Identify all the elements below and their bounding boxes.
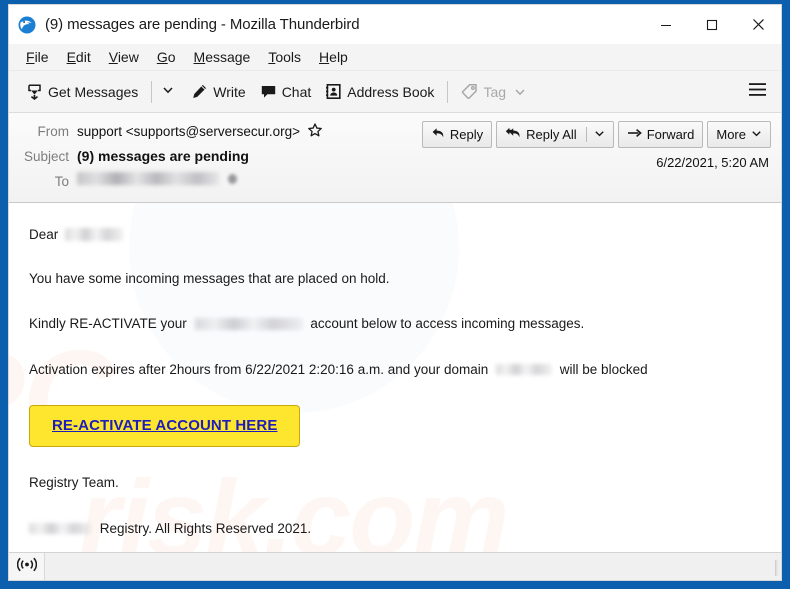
- cta-container: RE-ACTIVATE ACCOUNT HERE: [29, 405, 761, 447]
- message-body-pane[interactable]: PC risk.com Dear You have some incoming …: [9, 203, 781, 552]
- status-bar: [9, 552, 781, 580]
- chevron-down-icon: [162, 83, 174, 101]
- hamburger-menu-icon: [748, 82, 767, 101]
- forward-label: Forward: [646, 127, 695, 142]
- chevron-down-icon: [514, 86, 526, 98]
- tag-icon: [461, 83, 478, 100]
- reply-arrow-icon: [431, 126, 445, 143]
- expires-line: Activation expires after 2hours from 6/2…: [29, 360, 761, 380]
- email-content: Dear You have some incoming messages tha…: [9, 203, 781, 538]
- to-value-wrap: [77, 172, 237, 186]
- forward-button[interactable]: Forward: [617, 121, 704, 148]
- thunderbird-window: (9) messages are pending - Mozilla Thund…: [8, 4, 782, 581]
- status-icon-cell[interactable]: [9, 553, 45, 580]
- close-button[interactable]: [735, 5, 781, 44]
- from-value[interactable]: support <supports@serversecur.org>: [77, 124, 300, 139]
- reply-all-label: Reply All: [526, 127, 577, 142]
- reply-all-button[interactable]: Reply All: [496, 121, 614, 148]
- reactivate-account-link[interactable]: RE-ACTIVATE ACCOUNT HERE: [52, 417, 277, 434]
- from-value-wrap: support <supports@serversecur.org>: [77, 123, 322, 140]
- speech-bubble-icon: [260, 83, 277, 100]
- menu-help[interactable]: Help: [310, 46, 357, 68]
- toolbar-divider-1: [151, 80, 153, 103]
- copyright-domain-redacted: [29, 522, 91, 534]
- desktop-background: (9) messages are pending - Mozilla Thund…: [0, 0, 790, 589]
- to-row: To: [9, 171, 781, 196]
- message-date: 6/22/2021, 5:20 AM: [656, 155, 769, 170]
- reply-label: Reply: [449, 127, 484, 142]
- from-label: From: [37, 124, 70, 139]
- reactivate-line: Kindly RE-ACTIVATE your account below to…: [29, 314, 761, 334]
- thunderbird-logo-icon: [18, 16, 36, 34]
- get-messages-button[interactable]: Get Messages: [19, 78, 145, 105]
- address-book-button[interactable]: Address Book: [318, 78, 441, 105]
- star-outline-icon[interactable]: [308, 123, 322, 140]
- get-messages-dropdown[interactable]: [158, 78, 178, 106]
- greeting-line: Dear: [29, 225, 761, 245]
- chevron-down-icon: [751, 127, 762, 142]
- chat-button[interactable]: Chat: [253, 78, 319, 105]
- menu-edit[interactable]: Edit: [58, 46, 100, 68]
- reactivate-email-redacted: [194, 317, 303, 330]
- forward-arrow-icon: [627, 126, 642, 143]
- pencil-icon: [191, 83, 208, 100]
- tag-label: Tag: [483, 83, 507, 100]
- hold-line: You have some incoming messages that are…: [29, 270, 390, 286]
- expires-domain-redacted: [496, 363, 553, 375]
- app-menu-button[interactable]: [744, 77, 771, 107]
- menu-file[interactable]: File: [17, 46, 58, 68]
- expires-suffix: will be blocked: [559, 361, 648, 377]
- message-header: From support <supports@serversecur.org> …: [9, 113, 781, 203]
- tag-button[interactable]: Tag: [454, 78, 533, 105]
- resize-grip[interactable]: [765, 558, 779, 578]
- subject-value: (9) messages are pending: [77, 148, 249, 164]
- reactivate-prefix: Kindly RE-ACTIVATE your: [29, 316, 187, 332]
- subject-label: Subject: [23, 149, 69, 164]
- copyright-suffix: Registry. All Rights Reserved 2021.: [99, 520, 312, 536]
- download-tray-icon: [26, 83, 43, 100]
- reply-all-separator: [585, 127, 587, 142]
- chat-label: Chat: [281, 83, 312, 100]
- message-action-buttons: Reply Reply All Forward More: [421, 121, 771, 148]
- window-title: (9) messages are pending - Mozilla Thund…: [45, 16, 360, 33]
- to-value-redacted[interactable]: [77, 172, 219, 185]
- menu-view[interactable]: View: [100, 46, 148, 68]
- menu-tools[interactable]: Tools: [259, 46, 310, 68]
- to-contact-icon-redacted: [228, 173, 237, 184]
- title-bar: (9) messages are pending - Mozilla Thund…: [9, 5, 781, 44]
- greeting-name-redacted: [65, 227, 124, 241]
- menu-bar: File Edit View Go Message Tools Help: [9, 44, 781, 71]
- menu-go[interactable]: Go: [148, 46, 185, 68]
- reactivate-suffix: account below to access incoming message…: [310, 316, 585, 332]
- write-button[interactable]: Write: [184, 78, 252, 105]
- address-book-label: Address Book: [347, 83, 435, 100]
- reply-button[interactable]: Reply: [421, 121, 493, 148]
- signoff-line: Registry Team.: [29, 475, 119, 490]
- maximize-button[interactable]: [689, 5, 735, 44]
- toolbar-divider-2: [447, 80, 449, 103]
- reactivate-account-button[interactable]: RE-ACTIVATE ACCOUNT HERE: [29, 405, 301, 447]
- reply-all-arrow-icon: [505, 126, 521, 143]
- chevron-down-icon[interactable]: [594, 127, 605, 142]
- to-label: To: [54, 174, 69, 189]
- get-messages-label: Get Messages: [48, 83, 139, 100]
- minimize-button[interactable]: [643, 5, 689, 44]
- main-toolbar: Get Messages Write Chat Address Book Tag: [9, 71, 781, 113]
- greeting-prefix: Dear: [29, 227, 59, 242]
- window-controls: [643, 5, 781, 44]
- more-button[interactable]: More: [707, 121, 771, 148]
- more-label: More: [716, 127, 746, 142]
- write-label: Write: [213, 83, 246, 100]
- broadcast-signal-icon: [16, 557, 37, 577]
- copyright-line: Registry. All Rights Reserved 2021.: [29, 519, 761, 539]
- expires-prefix: Activation expires after 2hours from 6/2…: [29, 361, 489, 377]
- menu-message[interactable]: Message: [185, 46, 260, 68]
- address-book-icon: [325, 83, 342, 100]
